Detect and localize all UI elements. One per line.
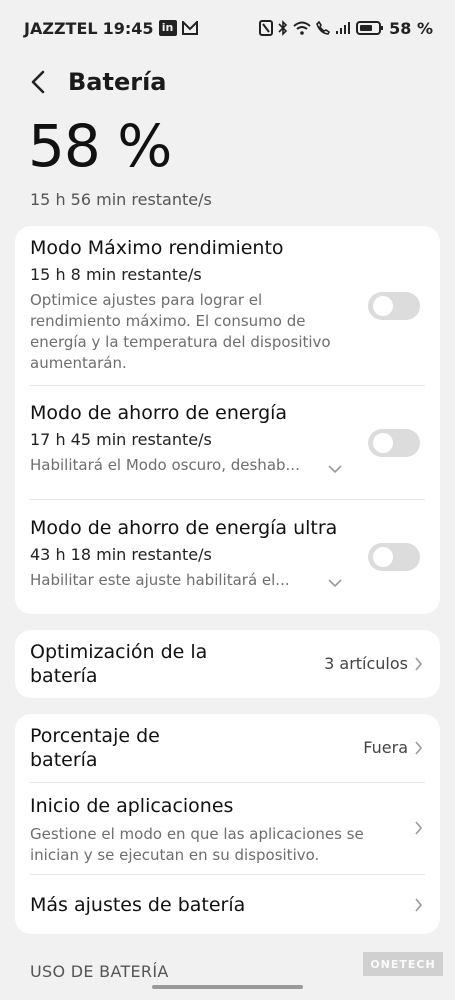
app-launch-description: Gestione el modo en que las aplicaciones…: [30, 825, 364, 864]
mode-description: Habilitar este ajuste habilitará el...: [30, 571, 290, 589]
battery-settings-card: Porcentaje de batería Fuera Inicio de ap…: [15, 714, 440, 934]
mode-description: Habilitará el Modo oscuro, deshab...: [30, 456, 300, 474]
home-indicator[interactable]: [152, 985, 303, 989]
divider: [30, 782, 425, 783]
toggle-knob: [373, 547, 393, 567]
battery-percentage-value[interactable]: Fuera: [363, 738, 423, 757]
mode-remaining: 17 h 45 min restante/s: [30, 430, 212, 449]
chevron-right-icon[interactable]: [414, 820, 423, 836]
more-battery-settings-row[interactable]: Más ajustes de batería: [15, 893, 440, 917]
battery-icon: [356, 21, 384, 35]
power-saving-toggle[interactable]: [368, 429, 420, 457]
optimization-count: 3 artículos: [324, 654, 408, 673]
status-bar: JAZZTEL 19:45 in 58 %: [0, 0, 455, 56]
watermark-logo: ONETECH: [363, 952, 443, 976]
back-button[interactable]: [30, 62, 60, 102]
chevron-right-icon: [415, 656, 423, 671]
chevron-right-icon[interactable]: [414, 897, 423, 913]
back-arrow-icon: [31, 70, 45, 94]
app-launch-title: Inicio de aplicaciones: [30, 795, 234, 817]
page-title: Batería: [68, 68, 167, 96]
mail-icon: [181, 21, 198, 35]
mode-title: Modo de ahorro de energía: [30, 402, 288, 424]
header: Batería: [0, 58, 455, 106]
battery-usage-header: USO DE BATERÍA: [30, 962, 169, 981]
nfc-icon: [259, 20, 274, 36]
power-modes-card: Modo Máximo rendimiento 15 h 8 min resta…: [15, 226, 440, 614]
max-performance-toggle[interactable]: [368, 292, 420, 320]
ultra-power-saving-toggle[interactable]: [368, 543, 420, 571]
status-left: JAZZTEL 19:45 in: [24, 19, 198, 38]
battery-percentage-state: Fuera: [363, 738, 408, 757]
divider: [30, 385, 425, 386]
mode-title: Modo Máximo rendimiento: [30, 237, 284, 259]
battery-remaining-time: 15 h 56 min restante/s: [30, 190, 212, 209]
optimization-title: Optimización de la batería: [30, 641, 208, 687]
linkedin-icon: in: [158, 20, 177, 36]
carrier-label: JAZZTEL: [24, 18, 98, 38]
wifi-icon: [293, 21, 311, 35]
optimization-value: 3 artículos: [324, 654, 423, 673]
toggle-knob: [373, 433, 393, 453]
battery-optimization-card[interactable]: Optimización de la batería 3 artículos: [15, 630, 440, 698]
divider: [30, 499, 425, 500]
chevron-right-icon: [415, 740, 423, 755]
signal-icon: [335, 21, 351, 35]
status-right: 58 %: [259, 19, 433, 38]
toggle-knob: [373, 296, 393, 316]
battery-percentage-large: 58 %: [28, 112, 172, 180]
bluetooth-icon: [278, 20, 288, 36]
chevron-down-icon[interactable]: [327, 578, 343, 588]
divider: [30, 874, 425, 875]
mode-title: Modo de ahorro de energía ultra: [30, 517, 338, 539]
chevron-down-icon[interactable]: [327, 464, 343, 474]
app-launch-row[interactable]: Inicio de aplicaciones Gestione el modo …: [15, 794, 440, 866]
call-icon: [316, 21, 331, 35]
clock: 19:45: [102, 18, 154, 38]
battery-percentage-title: Porcentaje de batería: [30, 725, 160, 771]
battery-percent: 58 %: [389, 18, 433, 38]
mode-description: Optimice ajustes para lograr el rendimie…: [30, 291, 331, 372]
mode-remaining: 15 h 8 min restante/s: [30, 265, 202, 284]
more-battery-settings-title: Más ajustes de batería: [30, 894, 246, 916]
mode-remaining: 43 h 18 min restante/s: [30, 545, 212, 564]
